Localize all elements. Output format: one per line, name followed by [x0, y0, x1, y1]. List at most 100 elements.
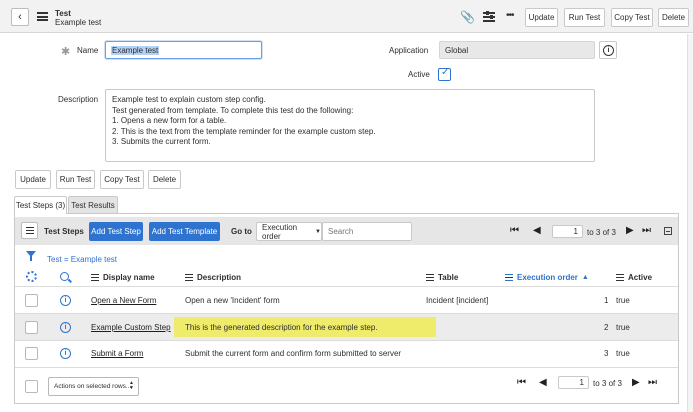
- table-row: i Open a New Form Open a new 'Incident' …: [15, 287, 678, 313]
- add-test-template-button[interactable]: Add Test Template: [149, 222, 220, 241]
- required-asterisk-icon: ✱: [61, 46, 71, 58]
- hamburger-menu-icon[interactable]: [37, 12, 48, 21]
- info-icon: i: [603, 45, 614, 56]
- active-checkbox[interactable]: ✓: [438, 67, 451, 81]
- tab-test-results[interactable]: Test Results: [68, 196, 118, 213]
- active-label: Active: [408, 70, 430, 79]
- update-button[interactable]: Update: [15, 170, 51, 189]
- search-field-value: Execution order: [262, 222, 298, 241]
- header-delete-button[interactable]: Delete: [658, 8, 689, 27]
- header-copy-test-button[interactable]: Copy Test: [611, 8, 653, 27]
- row-execution-order: 2: [604, 323, 609, 332]
- bulk-actions-label: Actions on selected rows...: [54, 383, 132, 390]
- column-menu-icon: [505, 274, 513, 281]
- row-execution-order: 3: [604, 349, 609, 358]
- info-icon[interactable]: i: [60, 348, 71, 359]
- table-row: i Example Custom Step This is the genera…: [15, 314, 678, 340]
- filter-breadcrumb[interactable]: Test = Example test: [47, 255, 117, 264]
- header-run-test-button[interactable]: Run Test: [564, 8, 605, 27]
- list-menu-button[interactable]: [21, 222, 38, 239]
- copy-test-button[interactable]: Copy Test: [100, 170, 144, 189]
- updown-caret-icon: ▲ ▼: [129, 380, 134, 391]
- personalize-gear-icon[interactable]: [26, 271, 37, 282]
- bulk-actions-select[interactable]: Actions on selected rows... ▲ ▼: [48, 377, 139, 396]
- sort-ascending-icon: ▲: [581, 274, 589, 281]
- previous-page-icon[interactable]: ◀: [533, 225, 541, 236]
- column-header-execution-order[interactable]: Execution order ▲: [505, 273, 589, 282]
- row-description: Open a new 'Incident' form: [185, 296, 280, 305]
- list-title: Test Steps: [44, 227, 84, 236]
- description-line: 3. Submits the current form.: [112, 137, 211, 146]
- header-update-button[interactable]: Update: [525, 8, 558, 27]
- row-checkbox[interactable]: [25, 321, 38, 334]
- add-test-step-button[interactable]: Add Test Step: [89, 222, 143, 241]
- row-display-name-link[interactable]: Submit a Form: [91, 349, 143, 358]
- name-value: Example test: [111, 45, 160, 55]
- row-checkbox[interactable]: [25, 347, 38, 360]
- row-display-name-link[interactable]: Example Custom Step: [91, 323, 171, 332]
- column-header-execution-order-label: Execution order: [517, 273, 578, 282]
- column-header-description-label: Description: [197, 273, 242, 282]
- column-header-table[interactable]: Table: [426, 273, 458, 282]
- tab-test-steps-label: Test Steps (3): [15, 201, 66, 210]
- search-field-select[interactable]: Execution order ▼: [256, 222, 322, 241]
- table-row: i Submit a Form Submit the current form …: [15, 341, 678, 367]
- first-page-icon[interactable]: ⏮: [510, 225, 519, 236]
- settings-sliders-icon[interactable]: [483, 11, 495, 22]
- column-header-active[interactable]: Active: [616, 273, 652, 282]
- page-subtitle: Example test: [55, 18, 102, 27]
- row-checkbox[interactable]: [25, 294, 38, 307]
- paperclip-icon[interactable]: 📎: [460, 10, 475, 24]
- description-field[interactable]: Example test to explain custom step conf…: [105, 89, 595, 162]
- next-page-icon[interactable]: ▶: [632, 377, 640, 388]
- filter-funnel-stem: [30, 256, 32, 261]
- last-page-icon[interactable]: ⏭: [648, 377, 657, 388]
- more-options-icon[interactable]: •••: [506, 10, 514, 21]
- row-description: This is the generated description for th…: [185, 323, 378, 332]
- row-execution-order: 1: [604, 296, 609, 305]
- column-header-table-label: Table: [438, 273, 459, 282]
- search-input[interactable]: [322, 222, 412, 241]
- hamburger-menu-icon: [25, 227, 34, 234]
- back-button[interactable]: ‹: [11, 8, 29, 26]
- page-range-label: to 3 of 3: [587, 228, 616, 237]
- run-test-button[interactable]: Run Test: [56, 170, 95, 189]
- tab-test-steps[interactable]: Test Steps (3): [14, 196, 67, 214]
- page-number-input[interactable]: 1: [552, 225, 583, 238]
- collapse-icon[interactable]: [664, 227, 672, 235]
- footer-page-range-label: to 3 of 3: [593, 379, 622, 388]
- name-field[interactable]: Example test: [105, 41, 262, 59]
- application-field: Global: [439, 41, 595, 59]
- description-label: Description: [58, 95, 99, 104]
- row-active: true: [616, 323, 630, 332]
- name-label: Name: [77, 46, 99, 55]
- application-value: Global: [445, 45, 469, 55]
- footer-page-number-value: 1: [579, 378, 584, 387]
- last-page-icon[interactable]: ⏭: [642, 225, 651, 236]
- info-icon[interactable]: i: [60, 295, 71, 306]
- info-icon[interactable]: i: [60, 322, 71, 333]
- row-active: true: [616, 296, 630, 305]
- page-number-value: 1: [573, 227, 578, 236]
- column-header-display-name-label: Display name: [103, 273, 155, 282]
- first-page-icon[interactable]: ⏮: [517, 377, 526, 388]
- description-line: 1. Opens a new form for a table.: [112, 116, 227, 125]
- footer-page-number-input[interactable]: 1: [558, 376, 589, 389]
- column-menu-icon: [616, 274, 624, 281]
- delete-button[interactable]: Delete: [148, 170, 181, 189]
- application-info-button[interactable]: i: [599, 41, 617, 59]
- tab-test-results-label: Test Results: [71, 200, 115, 210]
- select-all-checkbox[interactable]: [25, 380, 38, 393]
- go-to-label: Go to: [231, 227, 252, 236]
- search-icon[interactable]: [60, 272, 72, 283]
- row-display-name-link[interactable]: Open a New Form: [91, 296, 156, 305]
- description-line: Test generated from template. To complet…: [112, 105, 354, 115]
- column-header-description[interactable]: Description: [185, 273, 241, 282]
- row-divider: [15, 367, 678, 368]
- next-page-icon[interactable]: ▶: [626, 225, 634, 236]
- previous-page-icon[interactable]: ◀: [539, 377, 547, 388]
- description-line: 2. This is the text from the template re…: [112, 126, 376, 136]
- scrollbar[interactable]: [687, 34, 693, 412]
- page-title: Test: [55, 9, 71, 18]
- column-header-display-name[interactable]: Display name: [91, 273, 155, 282]
